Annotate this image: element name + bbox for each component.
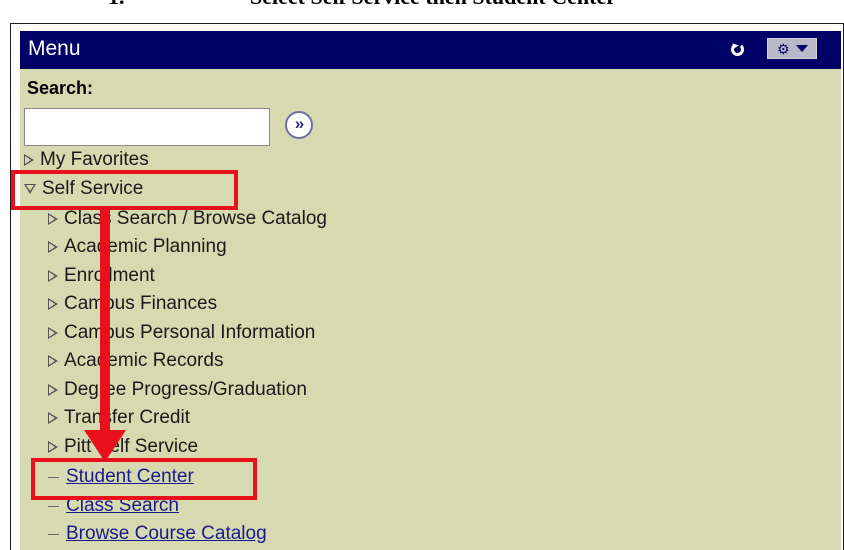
annotation-arrow [84, 210, 126, 462]
